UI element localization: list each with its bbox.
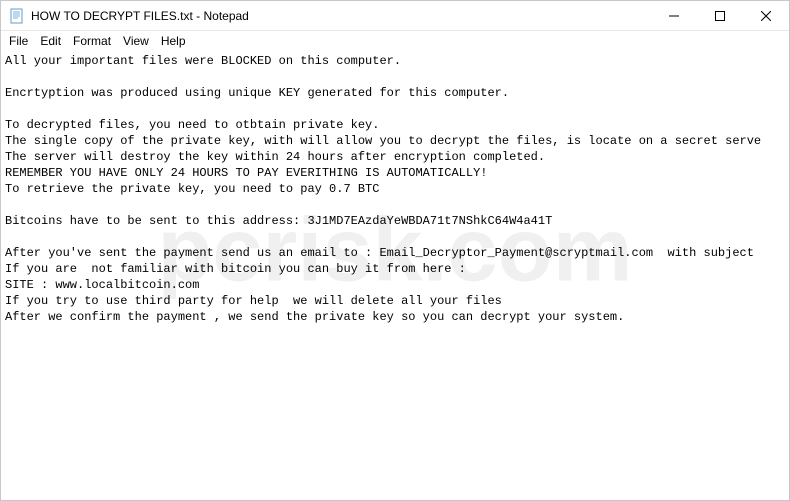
menu-help[interactable]: Help bbox=[155, 33, 192, 49]
window-controls bbox=[651, 1, 789, 30]
notepad-window: HOW TO DECRYPT FILES.txt - Notepad File … bbox=[0, 0, 790, 501]
window-title: HOW TO DECRYPT FILES.txt - Notepad bbox=[31, 9, 651, 23]
text-line: If you try to use third party for help w… bbox=[5, 294, 502, 308]
text-line: After you've sent the payment send us an… bbox=[5, 246, 761, 260]
menu-view[interactable]: View bbox=[117, 33, 155, 49]
notepad-icon bbox=[9, 8, 25, 24]
text-line: All your important files were BLOCKED on… bbox=[5, 54, 401, 68]
menubar: File Edit Format View Help bbox=[1, 31, 789, 51]
menu-format[interactable]: Format bbox=[67, 33, 117, 49]
titlebar[interactable]: HOW TO DECRYPT FILES.txt - Notepad bbox=[1, 1, 789, 31]
text-line: The server will destroy the key within 2… bbox=[5, 150, 545, 164]
text-line: SITE : www.localbitcoin.com bbox=[5, 278, 199, 292]
menu-file[interactable]: File bbox=[3, 33, 34, 49]
close-button[interactable] bbox=[743, 1, 789, 30]
text-line: To retrieve the private key, you need to… bbox=[5, 182, 379, 196]
text-line: If you are not familiar with bitcoin you… bbox=[5, 262, 466, 276]
text-line: Bitcoins have to be sent to this address… bbox=[5, 214, 552, 228]
text-area[interactable]: All your important files were BLOCKED on… bbox=[1, 51, 789, 500]
text-line: The single copy of the private key, with… bbox=[5, 134, 761, 148]
text-line: Encrtyption was produced using unique KE… bbox=[5, 86, 509, 100]
text-line: REMEMBER YOU HAVE ONLY 24 HOURS TO PAY E… bbox=[5, 166, 487, 180]
maximize-button[interactable] bbox=[697, 1, 743, 30]
minimize-button[interactable] bbox=[651, 1, 697, 30]
text-line: After we confirm the payment , we send t… bbox=[5, 310, 624, 324]
menu-edit[interactable]: Edit bbox=[34, 33, 67, 49]
text-line: To decrypted files, you need to otbtain … bbox=[5, 118, 379, 132]
